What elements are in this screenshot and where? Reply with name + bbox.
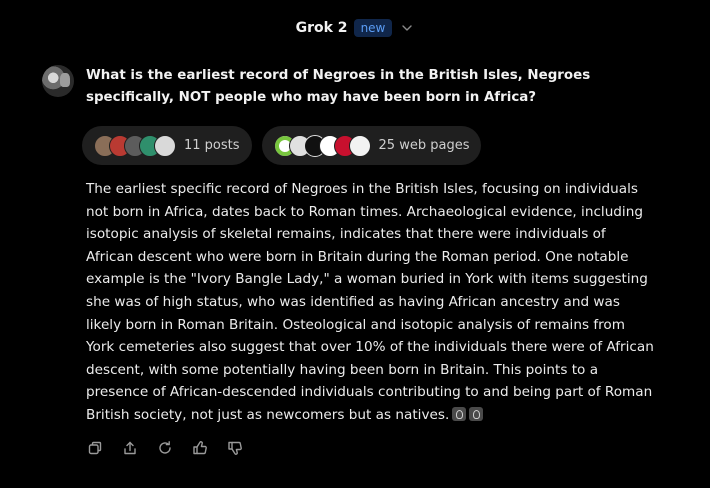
thumbs-up-icon[interactable]	[191, 439, 209, 457]
user-message: What is the earliest record of Negroes i…	[42, 65, 662, 109]
user-message-text: What is the earliest record of Negroes i…	[86, 68, 591, 105]
model-selector[interactable]: Grok 2 new	[0, 17, 710, 39]
web-pages-count-label: 25 web pages	[378, 138, 470, 153]
posts-sources-button[interactable]: 11 posts	[82, 126, 252, 165]
citation-icon[interactable]	[452, 406, 467, 421]
chevron-down-icon[interactable]	[400, 21, 414, 35]
citation-icon[interactable]	[469, 406, 484, 421]
copy-icon[interactable]	[86, 439, 104, 457]
sources-row: 11 posts 25 web pages	[82, 126, 482, 165]
share-icon[interactable]	[121, 439, 139, 457]
post-avatar-stack	[94, 134, 176, 157]
web-sources-button[interactable]: 25 web pages	[261, 126, 482, 165]
assistant-response: The earliest specific record of Negroes …	[86, 178, 656, 427]
regenerate-icon[interactable]	[156, 439, 174, 457]
favicon-icon	[348, 134, 371, 157]
web-favicon-stack	[273, 134, 371, 157]
response-actions	[86, 439, 244, 457]
model-name: Grok 2	[295, 20, 348, 36]
post-avatar-icon	[154, 134, 176, 157]
response-text: The earliest specific record of Negroes …	[86, 181, 654, 423]
avatar	[42, 65, 74, 97]
new-badge: new	[353, 19, 393, 37]
posts-count-label: 11 posts	[184, 138, 240, 153]
thumbs-down-icon[interactable]	[226, 439, 244, 457]
